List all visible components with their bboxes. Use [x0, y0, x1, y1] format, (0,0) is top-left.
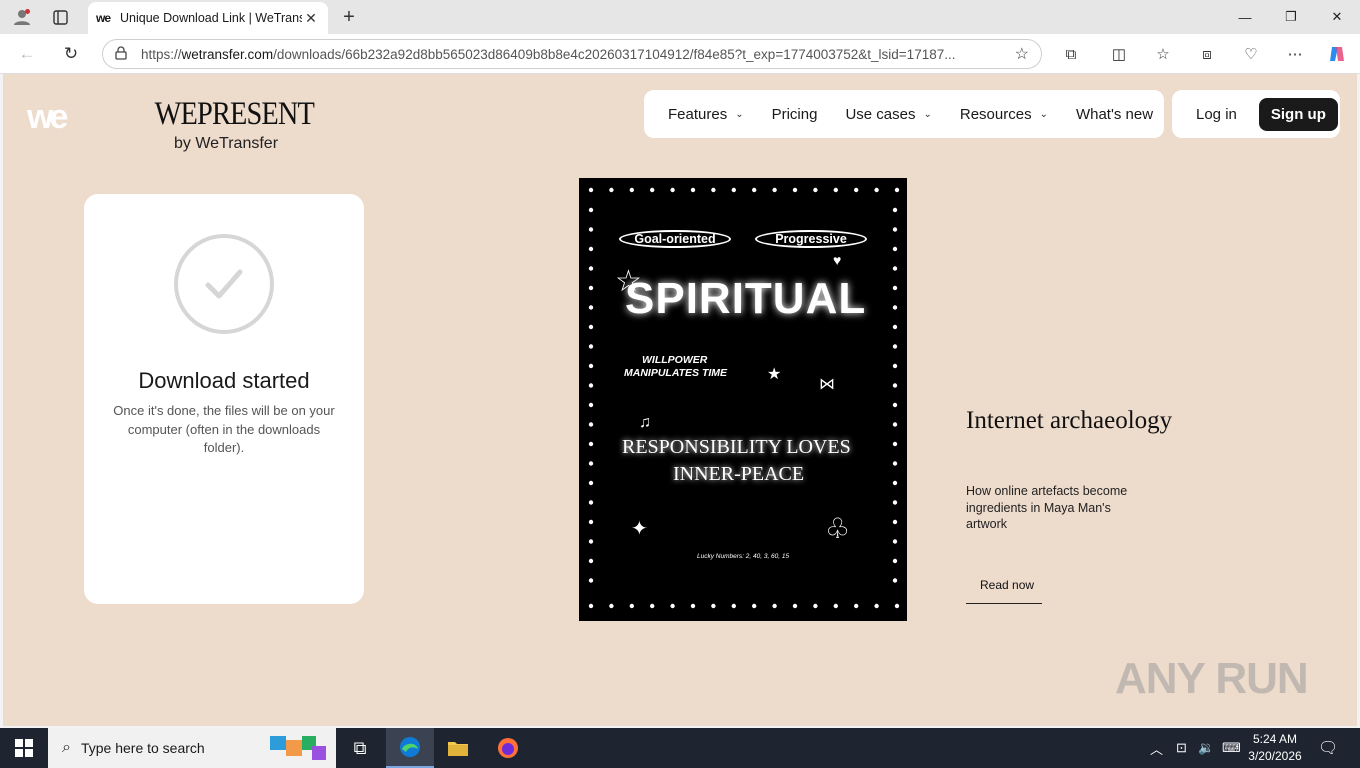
- login-link[interactable]: Log in: [1196, 106, 1237, 123]
- windows-logo-icon: [15, 739, 33, 757]
- featured-artwork[interactable]: Goal-oriented Progressive SPIRITUAL WILL…: [579, 178, 907, 621]
- taskbar-search[interactable]: ⌕ Type here to search: [48, 728, 336, 768]
- art-headline: SPIRITUAL: [625, 274, 867, 323]
- split-screen-icon[interactable]: ◫: [1104, 40, 1134, 68]
- art-line-1: WILLPOWER: [642, 354, 708, 366]
- search-placeholder: Type here to search: [80, 740, 205, 756]
- sparkle-icon: ✦: [631, 518, 648, 540]
- nav-pricing-label: Pricing: [771, 105, 818, 123]
- chevron-down-icon: ⌄: [923, 108, 932, 120]
- refresh-button[interactable]: ↻: [56, 40, 86, 68]
- music-note-icon: ♫: [639, 414, 651, 431]
- article-title[interactable]: Internet archaeology: [966, 408, 1186, 434]
- anyrun-watermark: ANY RUN: [1115, 654, 1309, 703]
- puzzle-icon: [268, 732, 328, 765]
- download-title: Download started: [138, 368, 310, 393]
- art-line-2: MANIPULATES TIME: [624, 367, 728, 379]
- tab-actions-icon[interactable]: [46, 4, 74, 30]
- tag-progressive: Progressive: [755, 230, 867, 248]
- auth-nav: Log in Sign up: [1172, 90, 1340, 138]
- chevron-down-icon: ⌄: [735, 108, 744, 120]
- wepresent-subtitle: by WeTransfer: [173, 135, 279, 152]
- copilot-icon[interactable]: [1322, 40, 1352, 68]
- back-button[interactable]: ←: [12, 40, 42, 68]
- url-scheme: https://: [141, 46, 182, 62]
- notifications-icon[interactable]: 🗨: [1318, 728, 1338, 768]
- lock-icon: [115, 45, 127, 63]
- article-description: How online artefacts become ingredients …: [966, 484, 1128, 531]
- wetransfer-favicon-icon: we: [96, 11, 111, 25]
- check-circle-icon: [174, 234, 274, 334]
- nav-features-label: Features: [668, 105, 728, 123]
- nav-use-cases[interactable]: Use cases ⌄: [845, 106, 931, 123]
- tray-chevron-icon[interactable]: ︿: [1150, 728, 1163, 768]
- nav-whats-new[interactable]: What's new: [1076, 106, 1153, 123]
- heart-icon: ♥: [833, 252, 842, 268]
- url-path: /downloads/66b232a92d8bb565023d86409b8b8…: [273, 46, 956, 62]
- new-tab-button[interactable]: +: [336, 4, 362, 30]
- volume-icon[interactable]: 🔉: [1198, 728, 1214, 768]
- browser-essentials-icon[interactable]: ♡: [1236, 40, 1266, 68]
- art-line-4: INNER-PEACE: [673, 463, 805, 485]
- more-menu-icon[interactable]: ⋯: [1280, 40, 1310, 68]
- chevron-down-icon: ⌄: [1039, 108, 1048, 120]
- url-text: https://wetransfer.com/downloads/66b232a…: [141, 47, 1007, 62]
- browser-toolbar: ← ↻ https://wetransfer.com/downloads/66b…: [0, 34, 1360, 74]
- art-lucky-numbers: Lucky Numbers: 2, 40, 3, 60, 15: [697, 553, 790, 560]
- nav-pricing[interactable]: Pricing: [772, 106, 818, 123]
- edge-taskbar-icon[interactable]: [386, 728, 434, 768]
- wepresent-title: WEPRESENT: [154, 96, 315, 132]
- close-window-button[interactable]: ✕: [1314, 0, 1360, 34]
- ime-icon[interactable]: ⌨: [1222, 728, 1241, 768]
- active-tab[interactable]: we Unique Download Link | WeTransfer ✕: [88, 2, 328, 34]
- art-line-3: RESPONSIBILITY LOVES: [622, 436, 851, 458]
- close-tab-icon[interactable]: ✕: [302, 10, 320, 27]
- read-now-link[interactable]: Read now: [966, 570, 1042, 604]
- clock-date: 3/20/2026: [1248, 749, 1302, 763]
- page-viewport: we WEPRESENT by WeTransfer Features ⌄ Pri…: [3, 74, 1357, 726]
- star-icon: ★: [767, 366, 782, 383]
- bow-icon: ⋈: [819, 376, 835, 393]
- nav-resources[interactable]: Resources ⌄: [960, 106, 1048, 123]
- address-bar[interactable]: https://wetransfer.com/downloads/66b232a…: [102, 39, 1042, 69]
- nav-use-cases-label: Use cases: [845, 105, 916, 123]
- start-button[interactable]: [0, 728, 48, 768]
- browser-tab-bar: we Unique Download Link | WeTransfer ✕ +…: [0, 0, 1360, 34]
- network-icon[interactable]: ⊡: [1176, 728, 1187, 768]
- club-icon: ♧: [825, 513, 851, 544]
- download-text: Once it's done, the files will be on you…: [113, 403, 335, 455]
- url-host: wetransfer.com: [181, 46, 274, 62]
- tag-goal-oriented: Goal-oriented: [619, 230, 731, 248]
- tab-title: Unique Download Link | WeTransfer: [120, 11, 302, 25]
- download-card: Download started Once it's done, the fil…: [84, 194, 364, 604]
- collections-icon[interactable]: ⧈: [1192, 40, 1222, 68]
- windows-taskbar: ⌕ Type here to search ⧉ ︿ ⊡ 🔉 ⌨ 5:24 AM …: [0, 728, 1360, 768]
- nav-features[interactable]: Features ⌄: [668, 106, 744, 123]
- wepresent-logo[interactable]: WEPRESENT by WeTransfer: [143, 96, 315, 153]
- nav-resources-label: Resources: [959, 105, 1032, 123]
- extensions-icon[interactable]: ⧉: [1056, 40, 1086, 68]
- nav-whats-new-label: What's new: [1075, 105, 1154, 123]
- favorite-star-icon[interactable]: ☆: [1015, 44, 1029, 64]
- favorites-icon[interactable]: ☆: [1148, 40, 1178, 68]
- system-clock[interactable]: 5:24 AM 3/20/2026: [1240, 731, 1310, 765]
- wetransfer-logo[interactable]: we: [27, 98, 68, 137]
- main-nav: Features ⌄ Pricing Use cases ⌄ Resources ⌄ …: [644, 90, 1164, 138]
- restore-button[interactable]: ❐: [1268, 0, 1314, 34]
- file-explorer-icon[interactable]: [434, 728, 482, 768]
- star-outline-icon: ☆: [615, 265, 642, 298]
- task-view-icon[interactable]: ⧉: [336, 728, 384, 768]
- profile-icon[interactable]: [8, 4, 36, 30]
- clock-time: 5:24 AM: [1252, 732, 1298, 746]
- firefox-icon[interactable]: [484, 728, 532, 768]
- minimize-button[interactable]: —: [1222, 0, 1268, 34]
- signup-button[interactable]: Sign up: [1258, 97, 1338, 131]
- search-icon: ⌕: [62, 739, 71, 756]
